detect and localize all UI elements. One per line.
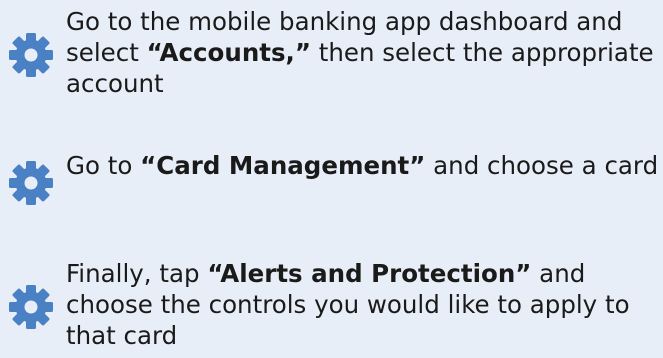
- step-2-text-after: and choose a card: [425, 151, 659, 180]
- step-3-bold-label: “Alerts and Protection”: [207, 259, 532, 288]
- instruction-steps: Go to the mobile banking app dashboard a…: [0, 0, 663, 358]
- step-3: Finally, tap “Alerts and Protection” and…: [0, 258, 663, 354]
- gear-icon: [6, 158, 56, 208]
- step-2-text: Go to “Card Management” and choose a car…: [66, 150, 661, 181]
- step-3-text-before: Finally, tap: [66, 259, 208, 288]
- gear-icon-graphic: [9, 285, 53, 329]
- step-1-text: Go to the mobile banking app dashboard a…: [66, 6, 661, 99]
- gear-icon: [6, 30, 56, 80]
- step-1: Go to the mobile banking app dashboard a…: [0, 6, 663, 102]
- step-2-bold-label: “Card Management”: [140, 151, 426, 180]
- step-1-bold-label: “Accounts,”: [146, 38, 311, 67]
- gear-icon: [6, 282, 56, 332]
- step-2-text-before: Go to: [66, 151, 141, 180]
- step-3-text: Finally, tap “Alerts and Protection” and…: [66, 258, 661, 351]
- gear-icon-graphic: [9, 161, 53, 205]
- step-2: Go to “Card Management” and choose a car…: [0, 150, 663, 214]
- gear-icon-graphic: [9, 33, 53, 77]
